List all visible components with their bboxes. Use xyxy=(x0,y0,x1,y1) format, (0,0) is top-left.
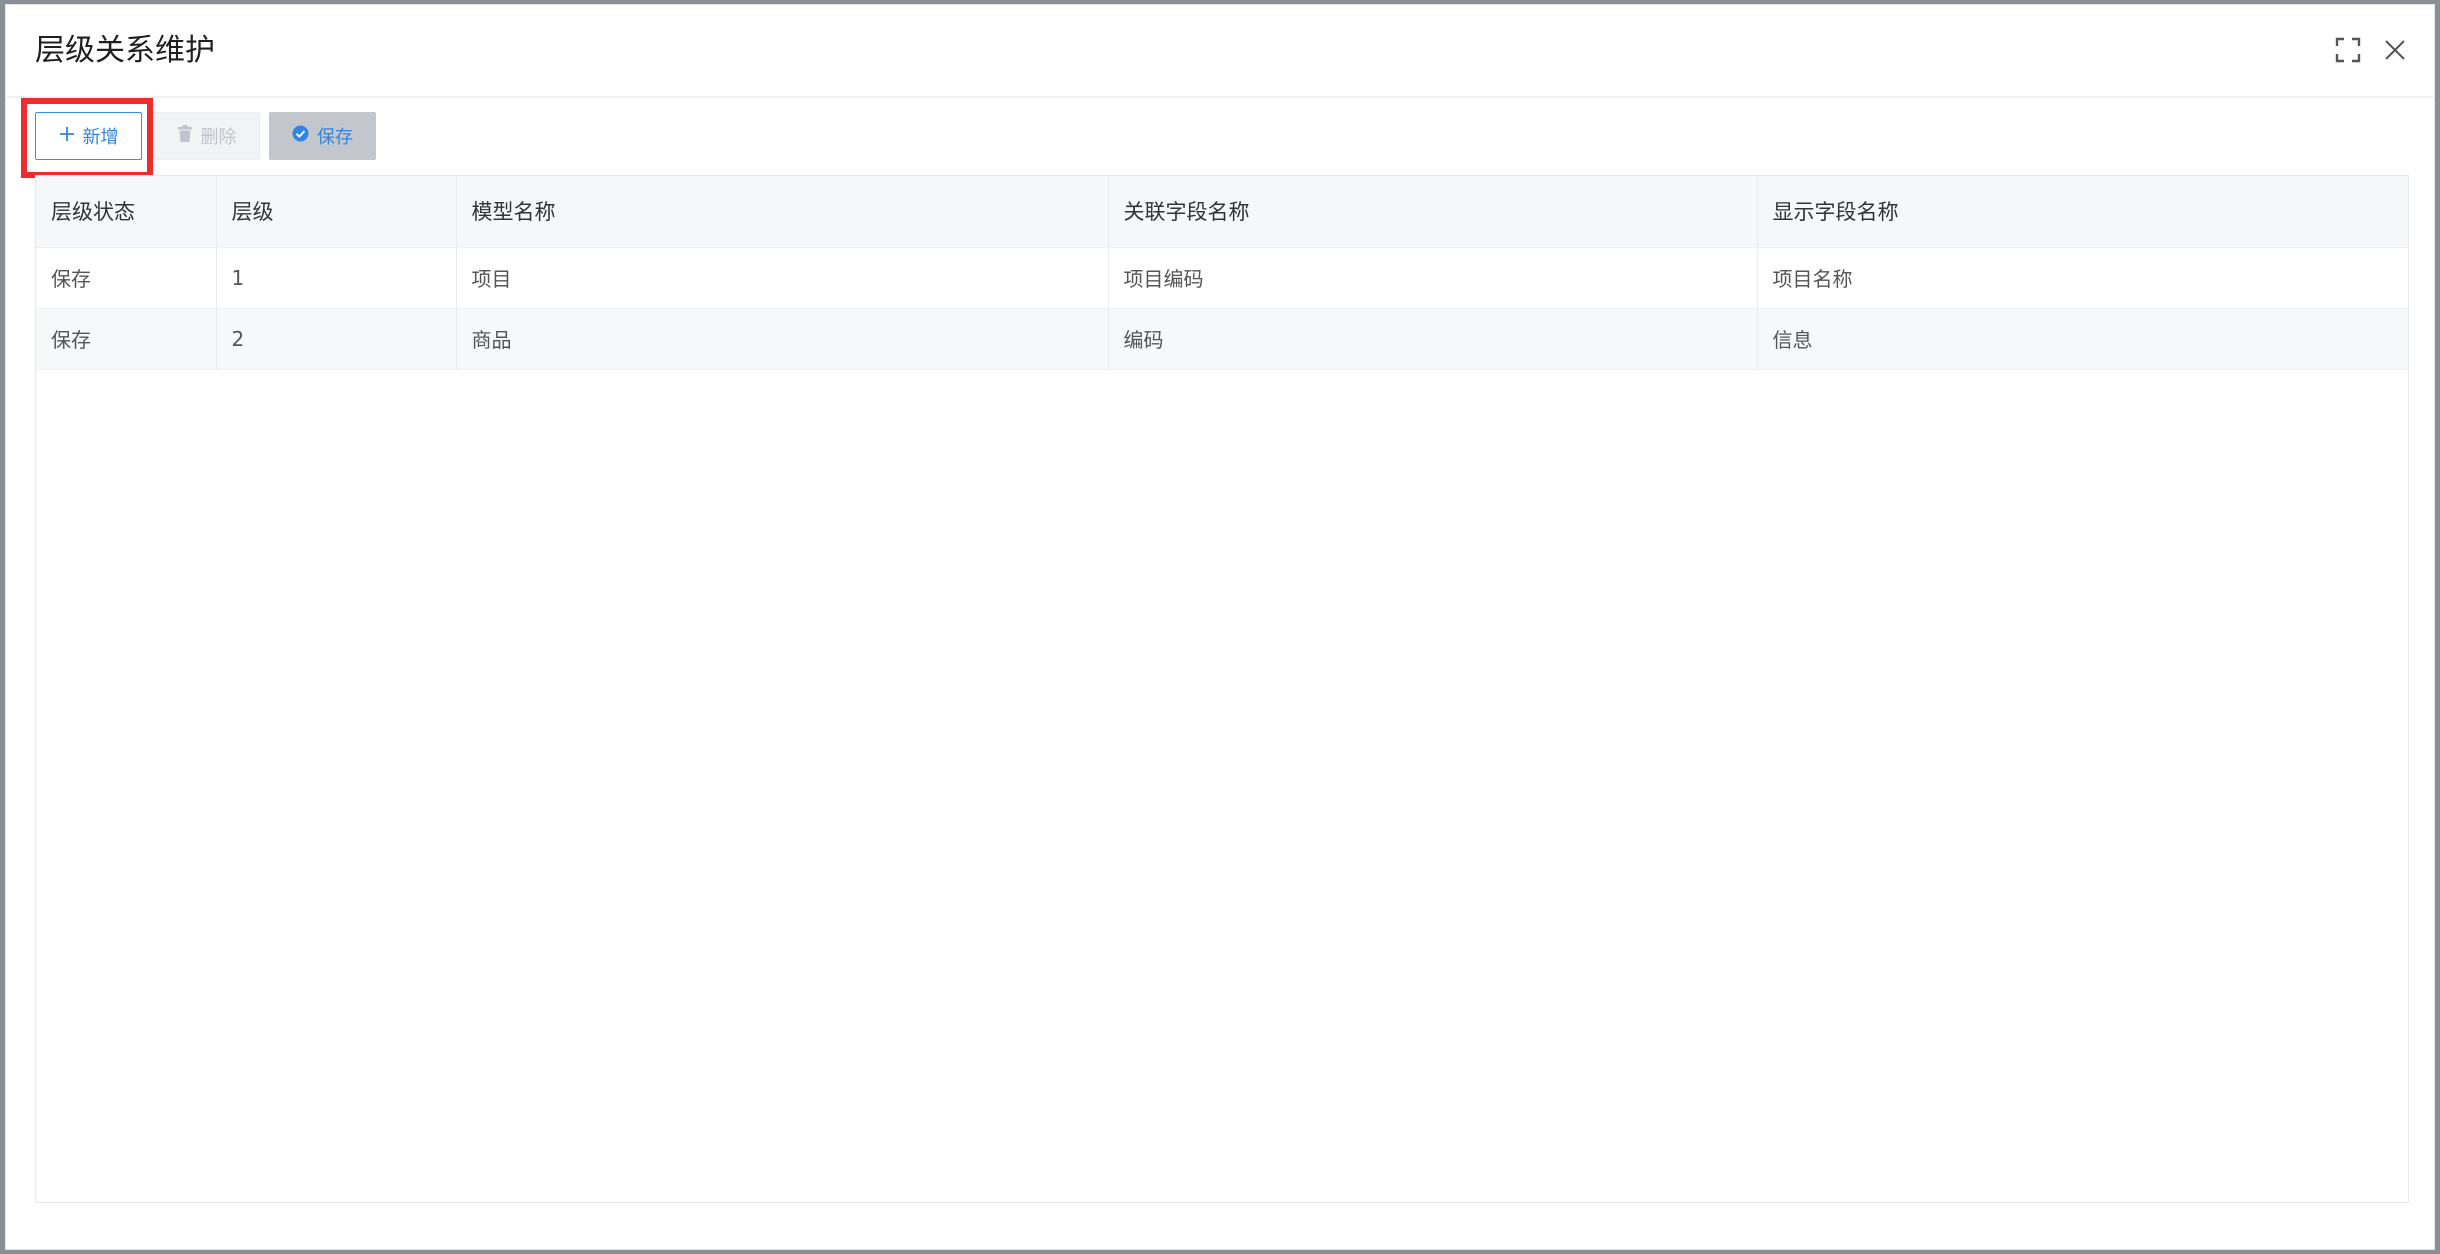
table-row[interactable]: 保存 1 项目 项目编码 项目名称 xyxy=(36,247,2408,309)
table-row[interactable]: 保存 2 商品 编码 信息 xyxy=(36,308,2408,370)
plus-icon xyxy=(59,126,75,147)
add-button-label: 新增 xyxy=(82,127,119,148)
cell-link-field[interactable]: 项目编码 xyxy=(1108,247,1758,309)
column-header-level[interactable]: 层级 xyxy=(216,176,457,248)
column-header-link-field[interactable]: 关联字段名称 xyxy=(1108,176,1758,248)
check-circle-icon xyxy=(292,125,309,147)
column-header-model-name[interactable]: 模型名称 xyxy=(456,176,1109,248)
save-button-label: 保存 xyxy=(317,127,353,148)
column-header-status[interactable]: 层级状态 xyxy=(36,176,217,248)
cell-model-name[interactable]: 项目 xyxy=(456,247,1109,309)
close-icon[interactable] xyxy=(2378,33,2412,67)
cell-status[interactable]: 保存 xyxy=(36,308,217,370)
delete-button[interactable]: 删除 xyxy=(153,112,260,160)
save-button[interactable]: 保存 xyxy=(269,112,376,160)
cell-status[interactable]: 保存 xyxy=(36,247,217,309)
trash-icon xyxy=(177,125,193,147)
hierarchy-modal: 层级关系维护 新增 删除 保存 层级状态 层级 模型名称 关联字段名称 显示字段… xyxy=(5,4,2435,1250)
cell-display-field[interactable]: 项目名称 xyxy=(1757,247,2408,309)
add-button[interactable]: 新增 xyxy=(35,112,142,160)
cell-display-field[interactable]: 信息 xyxy=(1757,308,2408,370)
cell-model-name[interactable]: 商品 xyxy=(456,308,1109,370)
delete-button-label: 删除 xyxy=(200,127,237,148)
maximize-icon[interactable] xyxy=(2331,33,2365,67)
cell-level[interactable]: 1 xyxy=(216,247,457,309)
modal-header: 层级关系维护 xyxy=(6,5,2434,98)
modal-title: 层级关系维护 xyxy=(35,33,215,68)
hierarchy-table: 层级状态 层级 模型名称 关联字段名称 显示字段名称 保存 1 项目 项目编码 … xyxy=(35,175,2409,1203)
column-header-display-field[interactable]: 显示字段名称 xyxy=(1757,176,2408,248)
cell-level[interactable]: 2 xyxy=(216,308,457,370)
cell-link-field[interactable]: 编码 xyxy=(1108,308,1758,370)
table-header-row: 层级状态 层级 模型名称 关联字段名称 显示字段名称 xyxy=(36,176,2408,248)
